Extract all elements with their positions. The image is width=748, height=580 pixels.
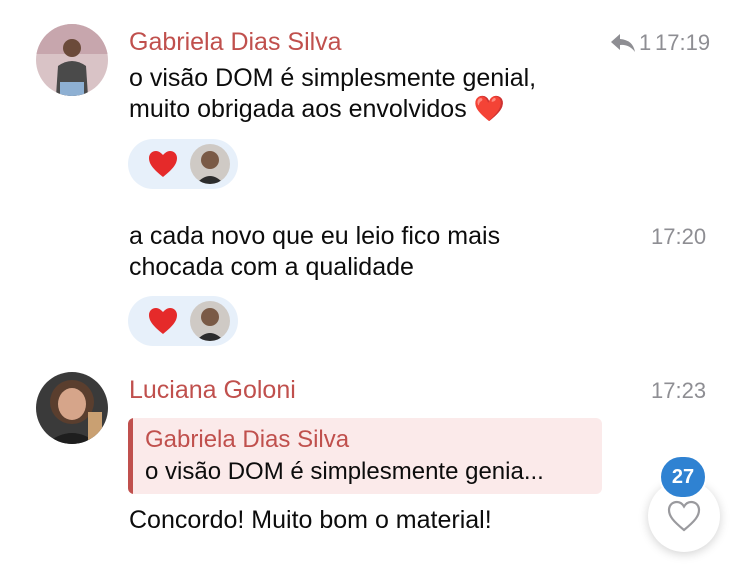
avatar-luciana[interactable] bbox=[36, 372, 108, 444]
avatar-gabriela[interactable] bbox=[36, 24, 108, 96]
quoted-text: o visão DOM é simplesmente genia... bbox=[145, 458, 544, 485]
heart-emoji bbox=[149, 151, 177, 177]
timestamp: 17:23 bbox=[651, 378, 707, 403]
reply-count-value: 1 bbox=[639, 30, 652, 55]
reactor-avatar bbox=[190, 301, 230, 341]
quote-bar bbox=[128, 418, 133, 494]
sender-name[interactable]: Gabriela Dias Silva bbox=[129, 28, 342, 57]
reply-arrow-icon bbox=[611, 34, 635, 52]
heart-emoji bbox=[149, 308, 177, 334]
heart-outline-icon bbox=[667, 500, 701, 532]
quoted-message[interactable]: Gabriela Dias Silva o visão DOM é simple… bbox=[128, 418, 602, 494]
reaction-pill[interactable] bbox=[128, 139, 238, 189]
message-line: chocada com a qualidade bbox=[129, 253, 414, 281]
reply-count[interactable]: 1 bbox=[610, 30, 651, 56]
message-line: o visão DOM é simplesmente genial, bbox=[129, 64, 537, 92]
reaction-pill[interactable] bbox=[128, 296, 238, 346]
reactor-avatar bbox=[190, 144, 230, 184]
sender-name[interactable]: Luciana Goloni bbox=[129, 376, 296, 405]
message-line: a cada novo que eu leio fico mais bbox=[129, 222, 501, 250]
message-line: Concordo! Muito bom o material! bbox=[129, 506, 492, 534]
unread-badge[interactable]: 27 bbox=[659, 455, 707, 499]
timestamp: 17:20 bbox=[651, 224, 707, 249]
quoted-sender: Gabriela Dias Silva bbox=[145, 426, 350, 453]
timestamp: 17:19 bbox=[655, 30, 711, 55]
message-line: muito obrigada aos envolvidos ❤️ bbox=[129, 95, 505, 123]
